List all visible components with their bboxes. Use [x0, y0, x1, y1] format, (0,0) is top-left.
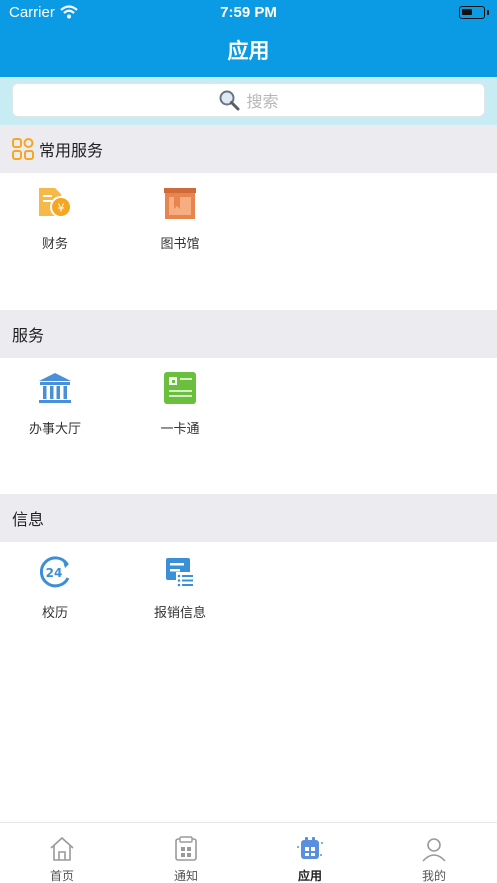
app-tile-card[interactable]: 一卡通	[125, 358, 235, 448]
section-header-services: 服务	[0, 310, 497, 358]
grid-apps-icon	[12, 138, 34, 160]
svg-text:¥: ¥	[58, 202, 65, 215]
tile-label: 一卡通	[160, 422, 200, 437]
tab-home[interactable]: 首页	[0, 823, 124, 883]
section-header-info: 信息	[0, 494, 497, 542]
search-input[interactable]: 搜索	[12, 83, 485, 117]
tile-label: 财务	[41, 237, 68, 252]
tile-label: 办事大厅	[28, 422, 81, 437]
svg-text:24: 24	[46, 566, 63, 580]
tile-label: 报销信息	[153, 606, 206, 621]
library-icon	[164, 188, 196, 219]
page-title: 应用	[227, 39, 270, 63]
reimbursement-list-icon	[166, 558, 194, 588]
home-icon	[50, 836, 74, 861]
app-tile-calendar[interactable]: 24 校历	[0, 542, 110, 632]
tab-label: 通知	[173, 869, 198, 883]
profile-icon	[422, 838, 446, 862]
section-title: 常用服务	[39, 141, 104, 160]
navigation-bar: Carrier 7:59 PM 应用	[0, 0, 497, 77]
tile-label: 校历	[41, 606, 68, 621]
app-tile-finance[interactable]: ¥ 财务	[0, 173, 110, 263]
tab-notice[interactable]: 通知	[124, 823, 248, 883]
status-bar: Carrier 7:59 PM	[0, 0, 497, 26]
app-tile-library[interactable]: 图书馆	[125, 173, 235, 263]
finance-icon: ¥	[39, 188, 72, 218]
clock: 7:59 PM	[220, 4, 277, 21]
tab-label: 首页	[49, 869, 74, 883]
tab-bar: 首页 通知 应用 我的	[0, 822, 497, 883]
search-placeholder: 搜索	[246, 92, 279, 111]
tile-label: 图书馆	[160, 237, 200, 252]
section-title: 服务	[12, 326, 45, 345]
app-tile-service-hall[interactable]: 办事大厅	[0, 358, 110, 448]
tab-label: 我的	[421, 869, 446, 883]
app-tile-reimbursement[interactable]: 报销信息	[125, 542, 235, 632]
tab-profile[interactable]: 我的	[372, 823, 496, 883]
search-bar-container: 搜索	[0, 77, 497, 125]
tab-apps[interactable]: 应用	[248, 823, 372, 883]
notice-icon	[175, 836, 197, 861]
section-header-common: 常用服务	[0, 125, 497, 173]
tab-label: 应用	[297, 869, 322, 883]
card-icon	[164, 372, 196, 404]
battery-icon	[459, 6, 485, 19]
section-title: 信息	[12, 510, 45, 529]
apps-icon	[297, 837, 323, 859]
service-hall-icon	[39, 373, 71, 403]
calendar-24-icon: 24	[39, 556, 70, 588]
search-icon	[219, 90, 240, 111]
